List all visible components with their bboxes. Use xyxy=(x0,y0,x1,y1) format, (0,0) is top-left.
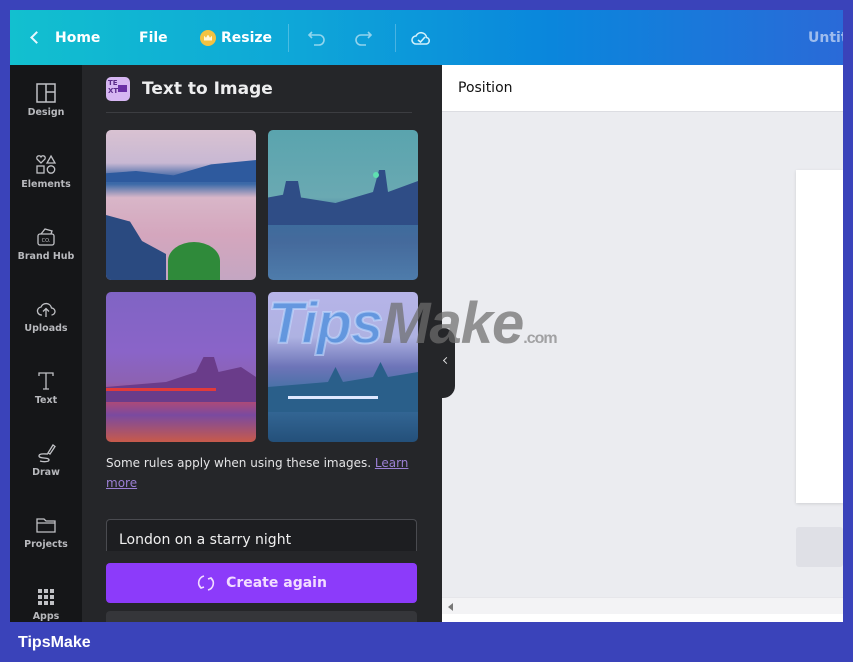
brand-hub-icon: CO. xyxy=(37,228,55,246)
canvas-area: Position xyxy=(442,65,843,622)
sidebar-item-apps[interactable]: Apps xyxy=(10,586,82,622)
generated-image-3[interactable] xyxy=(106,292,256,442)
file-label: File xyxy=(139,29,168,46)
usage-rules-text: Some rules apply when using these images… xyxy=(106,453,416,493)
position-button[interactable]: Position xyxy=(458,80,513,96)
shapes-icon xyxy=(36,154,57,174)
buildings-shape xyxy=(106,215,166,280)
sidebar-item-draw[interactable]: Draw xyxy=(10,442,82,478)
file-menu-button[interactable]: File xyxy=(139,30,168,46)
panel-title: Text to Image xyxy=(142,79,273,99)
sidebar-item-uploads[interactable]: Uploads xyxy=(10,298,82,334)
divider xyxy=(106,112,412,113)
sidebar-label: Projects xyxy=(24,539,68,550)
sidebar-item-text[interactable]: Text xyxy=(10,370,82,406)
sidebar-item-elements[interactable]: Elements xyxy=(10,154,82,190)
hill-shape xyxy=(106,160,256,182)
bridge-lights xyxy=(288,396,378,399)
text-icon xyxy=(38,372,54,390)
panel-header: TE XT Text to Image xyxy=(106,77,273,101)
sidebar-label: Apps xyxy=(32,611,60,622)
layout-icon xyxy=(36,83,56,103)
cloud-upload-icon xyxy=(36,302,56,317)
text-to-image-app-icon: TE XT xyxy=(106,77,130,101)
cloud-saved-icon[interactable] xyxy=(410,27,432,49)
sidebar-label: Draw xyxy=(32,467,60,478)
sidebar-label: Uploads xyxy=(24,323,68,334)
create-again-label: Create again xyxy=(226,575,327,591)
sidebar-item-design[interactable]: Design xyxy=(10,82,82,118)
draw-icon xyxy=(38,444,56,463)
svg-text:CO.: CO. xyxy=(42,238,51,244)
folder-icon xyxy=(36,518,56,533)
context-toolbar: Position xyxy=(442,65,843,112)
sidebar-label: Brand Hub xyxy=(17,251,75,262)
design-page[interactable] xyxy=(796,170,843,503)
chevron-left-icon xyxy=(442,356,451,365)
start-over-button[interactable]: Start over xyxy=(106,611,417,622)
rules-text: Some rules apply when using these images… xyxy=(106,456,375,470)
undo-icon[interactable] xyxy=(306,27,328,49)
toolbar-divider xyxy=(288,24,289,52)
collapse-panel-handle[interactable] xyxy=(442,328,455,398)
text-to-image-panel: TE XT Text to Image Some rules apply when… xyxy=(82,65,442,622)
home-label: Home xyxy=(55,29,101,46)
sidebar-item-brand-hub[interactable]: CO. Brand Hub xyxy=(10,226,82,262)
sidebar-label: Text xyxy=(34,395,58,406)
redo-icon[interactable] xyxy=(352,27,374,49)
clock-light xyxy=(373,172,379,178)
generated-image-1[interactable] xyxy=(106,130,256,280)
document-title[interactable]: Untit xyxy=(808,30,843,46)
top-bar: Home File Resize Untit xyxy=(10,10,843,65)
crown-icon xyxy=(200,29,216,46)
castle-silhouette xyxy=(106,357,256,402)
sidebar-label: Elements xyxy=(21,179,71,190)
sidebar: Design Elements CO. Brand Hub Uploads Te… xyxy=(10,65,82,622)
resize-button[interactable]: Resize xyxy=(200,29,273,46)
prompt-value: London on a starry night xyxy=(119,532,292,548)
footer-brand: TipsMake xyxy=(18,634,91,651)
add-page-button[interactable] xyxy=(796,527,843,567)
prompt-input[interactable]: London on a starry night xyxy=(106,519,417,551)
generated-image-2[interactable] xyxy=(268,130,418,280)
create-again-button[interactable]: Create again xyxy=(106,563,417,603)
skyline-shape xyxy=(268,362,418,412)
apps-grid-icon xyxy=(38,589,54,605)
refresh-icon xyxy=(197,575,215,591)
bottom-strip xyxy=(442,614,843,622)
skyline-shape xyxy=(268,170,418,225)
resize-label: Resize xyxy=(221,29,273,46)
horizontal-scrollbar[interactable] xyxy=(442,597,843,614)
chevron-left-icon xyxy=(30,31,43,44)
scroll-left-icon[interactable] xyxy=(448,603,453,611)
toolbar-divider xyxy=(395,24,396,52)
tree-shape xyxy=(168,242,220,280)
bridge-light-trail xyxy=(106,388,216,391)
home-button[interactable]: Home xyxy=(30,29,101,46)
sidebar-item-projects[interactable]: Projects xyxy=(10,514,82,550)
generated-image-4[interactable] xyxy=(268,292,418,442)
app-window: Home File Resize Untit xyxy=(10,10,843,622)
sidebar-label: Design xyxy=(27,107,65,118)
